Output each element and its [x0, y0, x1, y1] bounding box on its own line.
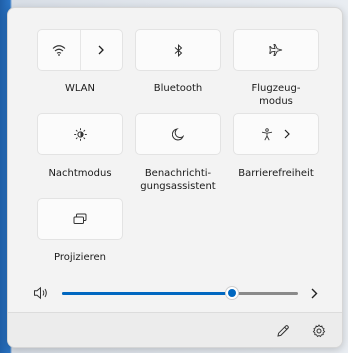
accessibility-icon [261, 127, 273, 141]
quick-settings-footer [8, 312, 342, 347]
wlan-tile[interactable] [37, 29, 123, 71]
bluetooth-tile[interactable] [135, 29, 221, 71]
chevron-right-icon [283, 129, 291, 139]
tile-label-project: Projizieren [54, 252, 106, 263]
volume-slider-thumb[interactable] [224, 286, 239, 300]
wlan-toggle-button[interactable] [38, 30, 80, 70]
tile-label-bluetooth: Bluetooth [153, 83, 203, 94]
audio-output-chevron-icon[interactable] [310, 288, 318, 299]
pencil-icon[interactable] [276, 324, 290, 338]
tile-label-night-light: Nachtmodus [48, 168, 112, 179]
night-light-tile[interactable] [37, 113, 123, 155]
volume-row [8, 281, 342, 305]
tile-label-wlan: WLAN [64, 83, 95, 94]
airplane-mode-tile[interactable] [233, 29, 319, 71]
gear-icon[interactable] [312, 324, 326, 338]
project-icon [73, 213, 87, 225]
focus-assist-icon [172, 127, 184, 141]
accessibility-tile[interactable] [233, 113, 319, 155]
tile-label-airplane-mode: Flugzeug- modus [251, 83, 301, 107]
bluetooth-icon [174, 43, 183, 57]
quick-settings-panel: WLAN Bluetooth Flugzeug- modus Nachtmodu… [7, 7, 343, 348]
project-tile[interactable] [37, 198, 123, 240]
tile-label-accessibility: Barrierefreiheit [238, 168, 314, 179]
wifi-icon [52, 44, 66, 56]
wlan-expand-button[interactable] [81, 30, 123, 70]
volume-slider-fill [62, 292, 232, 295]
tile-label-focus-assist: Benachrichti- gungsassistent [140, 168, 216, 192]
focus-assist-tile[interactable] [135, 113, 221, 155]
chevron-right-icon [97, 45, 105, 55]
night-light-icon [73, 127, 87, 141]
airplane-icon [269, 43, 283, 57]
speaker-icon[interactable] [33, 286, 49, 300]
